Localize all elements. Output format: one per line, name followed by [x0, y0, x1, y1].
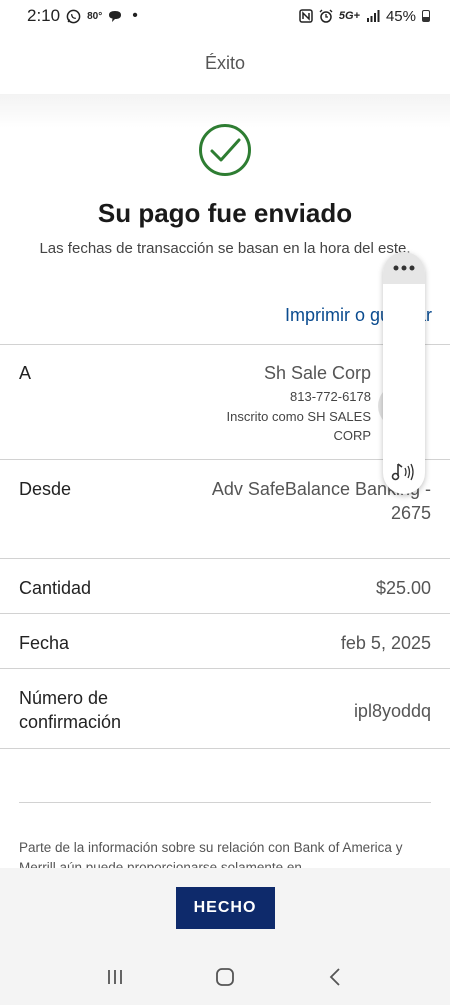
recent-apps-icon	[108, 969, 122, 984]
success-check-icon	[199, 124, 251, 176]
nfc-icon	[299, 9, 313, 23]
done-button[interactable]: HECHO	[175, 887, 275, 929]
success-subtitle: Las fechas de transacción se basan en la…	[39, 240, 411, 257]
home-icon	[216, 967, 234, 986]
dot-icon: •	[132, 7, 138, 24]
home-button[interactable]	[205, 957, 245, 997]
date-value: feb 5, 2025	[340, 633, 431, 653]
whatsapp-icon	[66, 9, 81, 23]
divider	[19, 802, 431, 803]
amount-label: Cantidad	[19, 578, 92, 598]
amount-row: Cantidad $25.00	[0, 558, 450, 613]
network-type: 5G+	[338, 10, 360, 22]
divider	[0, 748, 450, 749]
recipient-phone: 813-772-6178	[290, 389, 371, 404]
recipient-enrolled-line1: Inscrito como SH SALES	[226, 409, 372, 424]
confirmation-label-line1: Número de	[19, 688, 109, 708]
floating-overlay-panel[interactable]	[383, 252, 425, 494]
status-bar: 2:10 80° • 5G+ 45%	[0, 0, 450, 32]
status-right: 5G+ 45%	[299, 8, 430, 25]
recipient-name: Sh Sale Corp	[263, 363, 371, 383]
app-header: Éxito	[0, 32, 450, 94]
bottom-action-bar: HECHO	[0, 868, 450, 948]
confirmation-label-line2: confirmación	[19, 712, 122, 732]
battery-icon	[422, 10, 430, 22]
alarm-icon	[319, 9, 333, 23]
confirmation-value: ipl8yoddq	[353, 701, 431, 721]
more-dots-icon	[393, 265, 415, 271]
page-title: Éxito	[204, 52, 246, 73]
success-title: Su pago fue enviado	[97, 198, 353, 228]
back-icon	[329, 967, 340, 986]
audio-button[interactable]	[383, 456, 425, 488]
from-account-line2: 2675	[390, 503, 431, 523]
system-nav-bar	[0, 948, 450, 1005]
from-label: Desde	[19, 479, 72, 499]
status-temperature: 80°	[87, 10, 103, 22]
confirmation-row: Número de confirmación ipl8yoddq	[0, 668, 450, 748]
recent-apps-button[interactable]	[95, 957, 135, 997]
recipient-enrolled-line2: CORP	[333, 428, 371, 443]
audio-icon	[391, 463, 414, 481]
status-time: 2:10	[27, 6, 61, 25]
signal-icon	[366, 10, 380, 22]
status-left: 2:10 80° •	[27, 6, 138, 26]
date-label: Fecha	[19, 633, 70, 653]
date-row: Fecha feb 5, 2025	[0, 613, 450, 668]
disclaimer-text: Parte de la información sobre su relació…	[19, 840, 403, 868]
battery-percent: 45%	[385, 7, 416, 25]
recipient-label: A	[19, 363, 32, 383]
back-button[interactable]	[315, 957, 355, 997]
message-icon	[109, 10, 122, 22]
amount-value: $25.00	[375, 578, 431, 598]
